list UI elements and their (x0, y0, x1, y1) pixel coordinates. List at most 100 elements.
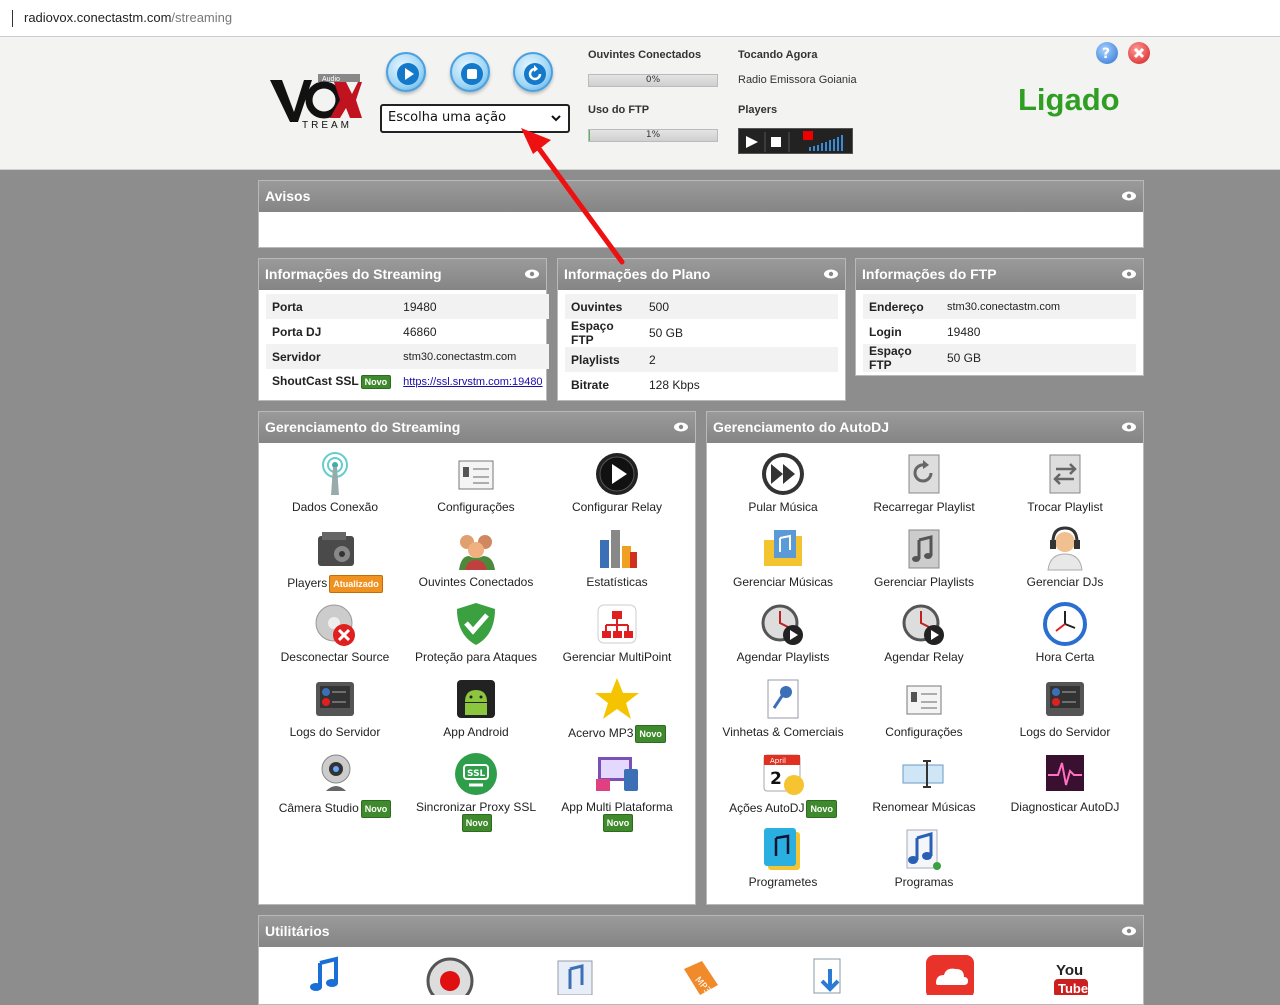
grid-item-pulse[interactable]: Diagnosticar AutoDJ (995, 751, 1135, 821)
youtube-icon[interactable]: You Tube (1050, 955, 1098, 995)
music-note-icon[interactable] (302, 955, 350, 995)
info-key: Ouvintes (565, 294, 643, 319)
grid-item-label: Hora Certa (995, 650, 1135, 664)
mp3-tag-icon[interactable]: MP3 (676, 955, 724, 995)
grid-item-label: Câmera Studio Novo (265, 800, 405, 818)
grid-item-reload[interactable]: Recarregar Playlist (854, 451, 994, 521)
soundcloud-icon[interactable] (926, 955, 974, 995)
grid-item-clock-play[interactable]: Agendar Playlists (713, 601, 853, 671)
calendar-month: April (770, 757, 786, 765)
grid-item-logs[interactable]: Logs do Servidor (265, 676, 405, 746)
new-badge: Novo (635, 725, 666, 743)
avisos-panel: Avisos (258, 180, 1144, 248)
calendar-icon: April 2 (763, 754, 804, 795)
grid-item-network[interactable]: Gerenciar MultiPoint (547, 601, 687, 671)
calendar-day: 2 (770, 769, 782, 789)
grid-item-clock-play[interactable]: Agendar Relay (854, 601, 994, 671)
grid-item-label-text: Renomear Músicas (872, 800, 976, 814)
grid-item-disconnect[interactable]: Desconectar Source (265, 601, 405, 671)
music-note-icon (906, 829, 941, 870)
grid-item-music-note[interactable]: Programas (854, 826, 994, 896)
grid-item-devices[interactable]: App Multi PlataformaNovo (547, 751, 687, 832)
streaming-info-panel: Informações do Streaming Porta 19480 Port… (258, 258, 549, 401)
grid-item-music-folder[interactable]: Gerenciar Músicas (713, 526, 853, 596)
eye-icon[interactable] (673, 421, 689, 433)
volume-bars[interactable] (809, 135, 843, 151)
ssl-icon: SSL (455, 753, 497, 795)
info-key: Endereço (863, 294, 941, 319)
volume-indicator (803, 131, 813, 140)
star-icon (595, 678, 639, 719)
grid-item-clock[interactable]: Hora Certa (995, 601, 1135, 671)
grid-item-bar-chart[interactable]: Estatísticas (547, 526, 687, 596)
grid-item-player[interactable]: Players Atualizado (265, 526, 405, 596)
play-button[interactable] (386, 52, 426, 92)
refresh-button[interactable] (513, 52, 553, 92)
swap-icon (1049, 454, 1081, 494)
grid-item-note-doc[interactable]: Programetes (713, 826, 853, 896)
grid-item-antenna[interactable]: Dados Conexão (265, 451, 405, 521)
eye-icon[interactable] (1121, 268, 1137, 280)
grid-item-label-text: Proteção para Ataques (414, 650, 538, 664)
grid-item-label: Configurações (854, 725, 994, 739)
mini-stop-icon[interactable] (771, 137, 781, 147)
record-icon[interactable] (426, 955, 474, 995)
table-row: Login 19480 (863, 319, 1136, 344)
grid-item-shield[interactable]: Proteção para Ataques (406, 601, 546, 671)
grid-item-android[interactable]: App Android (406, 676, 546, 746)
eye-icon[interactable] (823, 268, 839, 280)
download-icon[interactable] (806, 955, 854, 995)
action-select[interactable]: Escolha uma ação (380, 104, 570, 133)
ftp-info-table: Endereço stm30.conectastm.com Login 19480 … (863, 294, 1136, 372)
grid-item-label: Estatísticas (547, 575, 687, 589)
listeners-percent: 0% (645, 75, 661, 85)
grid-item-label-text: Agendar Relay (884, 650, 964, 664)
grid-item-label-text: Dados Conexão (291, 500, 379, 514)
grid-item-label: Dados Conexão (265, 500, 405, 514)
grid-item-dj[interactable]: Gerenciar DJs (995, 526, 1135, 596)
grid-item-mic-doc[interactable]: Vinhetas & Comerciais (713, 676, 853, 746)
utilities-title: Utilitários (265, 923, 330, 939)
grid-item-swap[interactable]: Trocar Playlist (995, 451, 1135, 521)
grid-item-star[interactable]: Acervo MP3 Novo (547, 676, 687, 746)
grid-item-label-text: Sincronizar Proxy SSL (415, 800, 537, 814)
grid-item-skip[interactable]: Pular Música (713, 451, 853, 521)
help-button[interactable]: ? (1096, 42, 1118, 64)
logout-button[interactable] (1128, 42, 1150, 64)
grid-item-calendar[interactable]: April 2 Ações AutoDJ Novo (713, 751, 853, 821)
grid-item-settings[interactable]: Configurações (406, 451, 546, 521)
eye-icon[interactable] (524, 268, 540, 280)
ftp-progress-fill (589, 130, 591, 141)
music-file-icon[interactable] (552, 955, 600, 995)
grid-item-settings[interactable]: Configurações (854, 676, 994, 746)
clock-icon (1043, 602, 1087, 646)
ssl-key-label: ShoutCast SSL (272, 374, 359, 389)
svg-text:Tube: Tube (1058, 981, 1088, 995)
grid-item-logs[interactable]: Logs do Servidor (995, 676, 1135, 746)
eye-icon[interactable] (1121, 925, 1137, 937)
mini-player (738, 128, 853, 154)
streaming-info-header: Informações do Streaming (259, 259, 546, 290)
grid-item-label: App Android (406, 725, 546, 739)
eye-icon[interactable] (1121, 190, 1137, 202)
ssl-link[interactable]: https://ssl.srvstm.com:19480 (397, 369, 548, 394)
stop-button[interactable] (450, 52, 490, 92)
eye-icon[interactable] (1121, 421, 1137, 433)
url-text[interactable]: radiovox.conectastm.com/streaming (24, 10, 232, 25)
ftp-info-panel: Informações do FTP Endereço stm30.conecta… (855, 258, 1144, 376)
grid-item-webcam[interactable]: Câmera Studio Novo (265, 751, 405, 821)
disconnect-icon (315, 604, 355, 646)
settings-icon (458, 460, 494, 490)
now-playing-label: Tocando Agora (738, 49, 818, 61)
grid-item-playlist[interactable]: Gerenciar Playlists (854, 526, 994, 596)
info-value: stm30.conectastm.com (397, 344, 549, 369)
grid-item-rename[interactable]: Renomear Músicas (854, 751, 994, 821)
grid-item-play-circle[interactable]: Configurar Relay (547, 451, 687, 521)
grid-item-ssl[interactable]: SSL Sincronizar Proxy SSLNovo (406, 751, 546, 832)
table-row: Espaço FTP 50 GB (863, 344, 1136, 372)
address-bar[interactable]: radiovox.conectastm.com/streaming (0, 0, 1280, 37)
ftp-percent: 1% (645, 130, 661, 140)
grid-item-users[interactable]: Ouvintes Conectados (406, 526, 546, 596)
grid-item-label: Agendar Relay (854, 650, 994, 664)
mini-play-icon[interactable] (746, 136, 758, 148)
